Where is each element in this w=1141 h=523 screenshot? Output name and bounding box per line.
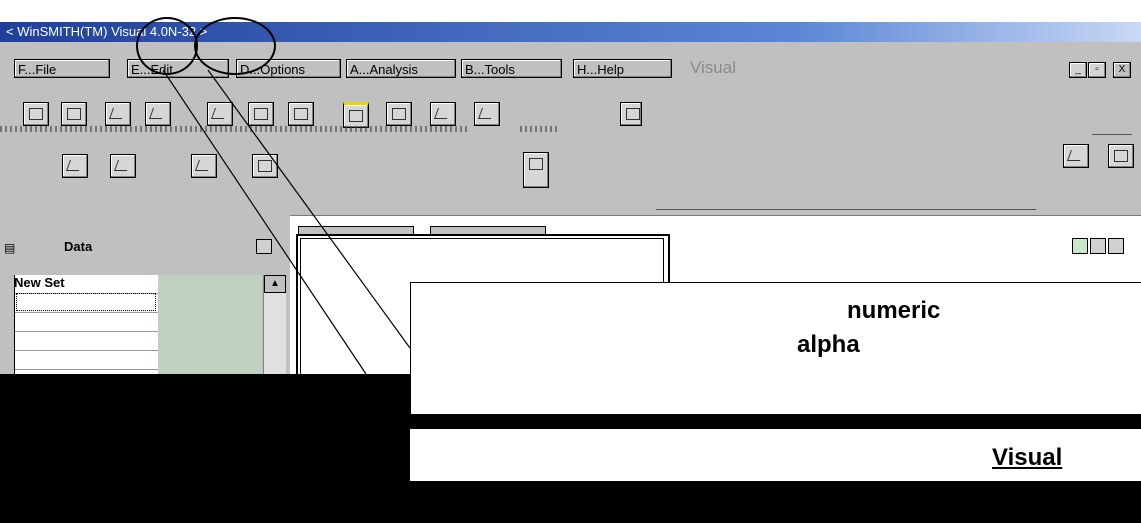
- annotation-lines: [162, 69, 411, 375]
- pointer-line-version: [207, 69, 411, 349]
- pointer-line-visual: [162, 69, 367, 375]
